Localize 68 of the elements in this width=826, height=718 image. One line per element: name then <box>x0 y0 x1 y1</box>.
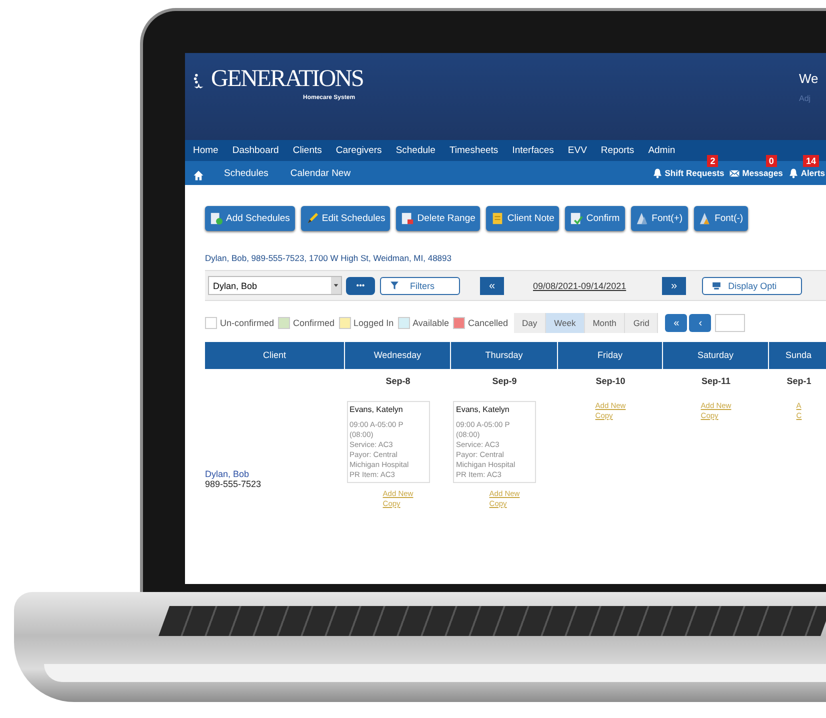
column-header: Thursday <box>451 342 558 369</box>
menu-item[interactable]: EVV <box>562 145 595 156</box>
legend-label: Un-confirmed <box>220 318 274 328</box>
menu-item[interactable]: Timesheets <box>443 145 506 156</box>
menu-item[interactable]: Clients <box>286 145 330 156</box>
menu-item[interactable]: Admin <box>642 145 684 156</box>
next-week-button[interactable]: » <box>662 276 686 294</box>
column-header: Sunda <box>769 342 826 369</box>
pencil-icon <box>306 212 319 225</box>
menu-item[interactable]: Reports <box>594 145 642 156</box>
welcome-text: We <box>799 71 820 86</box>
menu-item[interactable]: Home <box>187 145 226 156</box>
pager-button[interactable]: « <box>665 314 688 332</box>
welcome-subtext: Adj <box>799 94 812 103</box>
toolbar-button[interactable]: Edit Schedules <box>300 206 390 231</box>
date-label: Sep-8 <box>384 375 412 388</box>
toolbar-button[interactable]: Font(-) <box>694 206 748 231</box>
menu-item[interactable]: Interfaces <box>506 145 562 156</box>
more-button[interactable]: ••• <box>346 276 375 294</box>
bell-icon <box>788 168 799 178</box>
view-tab[interactable]: Week <box>546 313 585 333</box>
monitor-icon <box>711 280 722 291</box>
envelope-icon <box>729 168 740 178</box>
date-range-link[interactable]: 09/08/2021-09/14/2021 <box>533 280 626 290</box>
toolbar-button[interactable]: Delete Range <box>396 206 480 231</box>
logo-title: GENERATIONS <box>211 65 364 94</box>
dropdown-caret-icon <box>331 277 341 294</box>
date-label: Sep-11 <box>700 375 732 388</box>
document-icon <box>570 212 584 225</box>
client-select[interactable]: Dylan, Bob <box>208 276 342 295</box>
caregiver-name: Evans, Katelyn <box>350 405 404 414</box>
page-field[interactable] <box>715 314 746 332</box>
column-header: Wednesday <box>345 342 451 369</box>
funnel-icon <box>389 280 400 291</box>
column-header: Friday <box>558 342 663 369</box>
toolbar-button[interactable]: Add Schedules <box>205 206 295 231</box>
toolbar-button[interactable]: Client Note <box>486 206 560 231</box>
submenu-link[interactable]: Schedules <box>224 168 268 178</box>
toolbar-button[interactable]: Confirm <box>565 206 625 231</box>
column-header: Saturday <box>663 342 769 369</box>
menu-item[interactable]: Dashboard <box>226 145 287 156</box>
date-label: Sep-1 <box>786 375 812 388</box>
filters-button[interactable]: Filters <box>380 276 460 294</box>
client-phone: 989-555-7523 <box>205 478 262 488</box>
view-tab[interactable]: Grid <box>625 313 658 333</box>
display-options-button[interactable]: Display Opti <box>702 276 802 294</box>
client-name-link[interactable]: Dylan, Bob <box>205 468 345 478</box>
legend-label: Logged In <box>354 318 394 328</box>
document-icon <box>401 212 414 225</box>
legend-label: Cancelled <box>468 318 508 328</box>
client-info-text: Dylan, Bob, 989-555-7523, 1700 W High St, Weidman, MI, 48893 <box>205 253 452 263</box>
note-icon <box>491 212 504 225</box>
previous-week-button[interactable]: « <box>480 276 504 294</box>
column-header: Client <box>205 342 345 369</box>
menu-item[interactable]: Schedule <box>390 145 444 156</box>
legend-label: Confirmed <box>293 318 335 328</box>
date-label: Sep-10 <box>594 375 626 388</box>
toolbar-button[interactable]: Font(+) <box>630 206 688 231</box>
caregiver-name: Evans, Katelyn <box>456 405 510 414</box>
bell-icon <box>652 168 663 178</box>
view-tab[interactable]: Month <box>584 313 626 333</box>
document-icon <box>210 212 223 225</box>
date-label: Sep-9 <box>491 375 518 388</box>
legend-label: Available <box>412 318 449 328</box>
pager-button[interactable]: ‹ <box>689 314 712 332</box>
count-badge: 2 <box>707 154 718 166</box>
menu-item[interactable]: Caregivers <box>330 145 390 156</box>
submenu-link[interactable]: Calendar New <box>290 168 351 178</box>
